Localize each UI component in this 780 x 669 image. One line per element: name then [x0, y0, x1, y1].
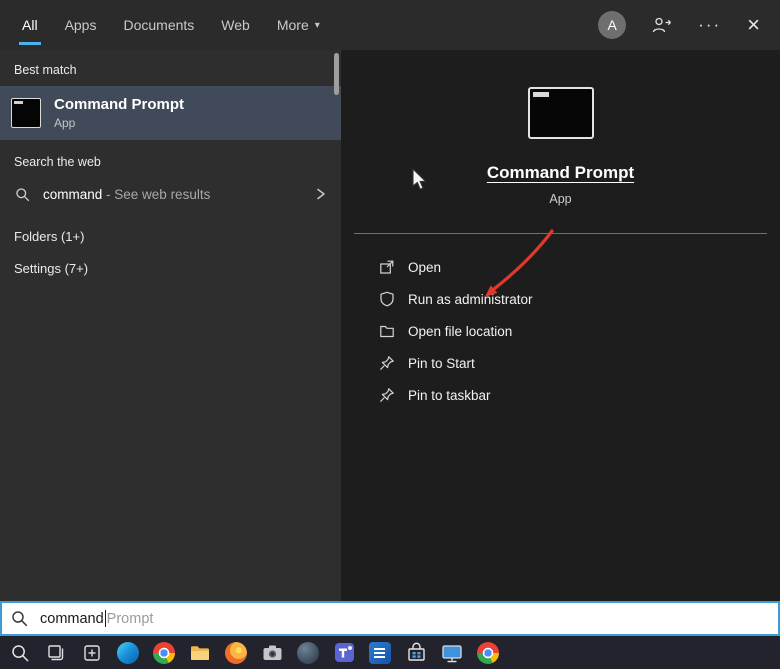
plus-square-icon[interactable]: [81, 642, 103, 664]
tab-web-label: Web: [221, 17, 250, 33]
tab-list: All Apps Documents Web More ▾: [0, 0, 320, 50]
scrollbar-thumb[interactable]: [334, 53, 339, 95]
action-run-as-administrator[interactable]: Run as administrator: [341, 283, 780, 315]
action-open[interactable]: Open: [341, 251, 780, 283]
action-open-label: Open: [408, 259, 442, 275]
teams-icon[interactable]: [333, 642, 355, 664]
action-open-file-location[interactable]: Open file location: [341, 315, 780, 347]
preview-app-title: Command Prompt: [486, 163, 635, 182]
tab-selected-underline: [19, 42, 41, 45]
tab-all[interactable]: All: [19, 0, 41, 50]
web-suggestion-query: command: [43, 186, 103, 202]
web-search-suggestion[interactable]: command - See web results: [0, 179, 341, 209]
file-explorer-icon[interactable]: [189, 642, 211, 664]
tab-documents[interactable]: Documents: [123, 0, 194, 50]
folders-group-header[interactable]: Folders (1+): [0, 221, 341, 251]
tab-more[interactable]: More ▾: [277, 0, 320, 50]
preview-panel: Command Prompt App Open Run as administr…: [341, 50, 780, 601]
text-caret: [104, 610, 106, 627]
chevron-right-icon[interactable]: [315, 187, 327, 201]
close-icon[interactable]: ×: [747, 14, 760, 36]
search-input[interactable]: command Prompt: [0, 601, 780, 636]
preview-app-subtitle: App: [549, 192, 572, 206]
search-icon: [16, 187, 30, 201]
divider: [354, 233, 767, 234]
action-pin-to-start[interactable]: Pin to Start: [341, 347, 780, 379]
context-actions: Open Run as administrator Open file loca…: [341, 251, 780, 411]
best-match-result[interactable]: Command Prompt App: [0, 86, 341, 140]
command-prompt-icon: [11, 98, 41, 128]
pin-icon: [379, 355, 395, 371]
results-panel: Best match Command Prompt App Search the…: [0, 50, 341, 601]
web-suggestion-suffix: - See web results: [102, 186, 211, 202]
dark-app-icon[interactable]: [297, 641, 319, 664]
chrome-icon-2[interactable]: [477, 641, 499, 664]
firefox-icon[interactable]: [225, 641, 247, 664]
more-options-ellipsis-icon[interactable]: ···: [698, 15, 721, 35]
action-run-as-administrator-label: Run as administrator: [408, 291, 533, 307]
action-pin-to-start-label: Pin to Start: [408, 355, 475, 371]
best-match-subtitle: App: [54, 116, 76, 130]
action-pin-to-taskbar[interactable]: Pin to taskbar: [341, 379, 780, 411]
tab-all-label: All: [22, 17, 38, 33]
camera-icon[interactable]: [261, 642, 283, 664]
tab-web[interactable]: Web: [221, 0, 250, 50]
tab-documents-label: Documents: [123, 17, 195, 33]
taskbar: [0, 636, 780, 669]
avatar[interactable]: A: [598, 11, 627, 39]
search-suggestion-text: Prompt: [106, 610, 154, 627]
display-icon[interactable]: [441, 642, 463, 664]
search-filter-bar: All Apps Documents Web More ▾ A ··· ×: [0, 0, 780, 50]
search-web-header: Search the web: [14, 155, 101, 169]
best-match-title: Command Prompt: [54, 96, 185, 113]
topbar-right-controls: A ··· ×: [598, 11, 780, 39]
best-match-text: Command Prompt App: [54, 96, 184, 130]
best-match-header: Best match: [14, 63, 77, 77]
shield-icon: [379, 291, 395, 307]
pin-icon: [379, 387, 395, 403]
tab-more-label: More: [276, 17, 309, 33]
chrome-icon[interactable]: [153, 641, 175, 664]
search-flyout: Best match Command Prompt App Search the…: [0, 50, 780, 601]
word-icon[interactable]: [369, 641, 391, 664]
search-icon: [12, 611, 28, 627]
search-icon[interactable]: [9, 642, 31, 664]
search-typed-text: command: [40, 610, 104, 627]
open-icon: [379, 259, 395, 275]
web-suggestion-text: command - See web results: [43, 187, 210, 202]
store-icon[interactable]: [405, 642, 427, 664]
chevron-down-icon: ▾: [314, 19, 320, 31]
action-open-file-location-label: Open file location: [408, 323, 513, 339]
edge-icon[interactable]: [117, 641, 139, 664]
avatar-letter: A: [607, 17, 617, 33]
tab-apps-label: Apps: [64, 17, 97, 33]
search-text: command Prompt: [40, 610, 153, 627]
app-preview: Command Prompt App: [341, 50, 780, 206]
folder-icon: [379, 323, 395, 339]
windows-search-screen: All Apps Documents Web More ▾ A ··· × Be…: [0, 0, 780, 669]
user-arrow-icon[interactable]: [652, 16, 672, 34]
action-pin-to-taskbar-label: Pin to taskbar: [408, 387, 491, 403]
task-view-icon[interactable]: [45, 642, 67, 664]
settings-group-header[interactable]: Settings (7+): [0, 253, 341, 283]
tab-apps[interactable]: Apps: [65, 0, 97, 50]
command-prompt-icon-large: [527, 87, 594, 139]
